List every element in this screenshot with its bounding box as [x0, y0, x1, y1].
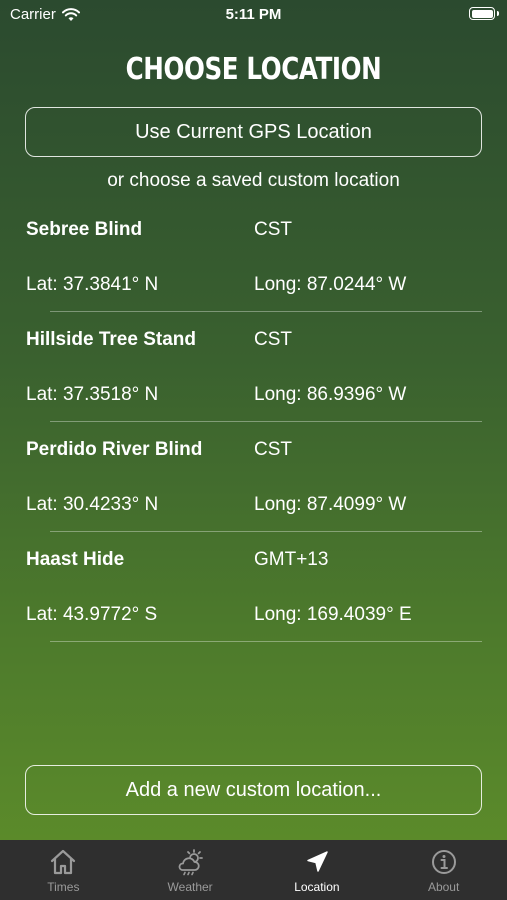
- location-longitude: Long: 87.0244° W: [254, 274, 407, 295]
- location-arrow-icon: [307, 851, 328, 872]
- tab-weather[interactable]: Weather: [127, 840, 254, 900]
- tab-label: Weather: [167, 880, 213, 894]
- location-name: Hillside Tree Stand: [26, 329, 196, 350]
- location-item[interactable]: Sebree Blind CST Lat: 37.3841° N Long: 8…: [0, 202, 507, 312]
- tab-label: About: [427, 880, 460, 894]
- location-longitude: Long: 86.9396° W: [254, 384, 407, 405]
- location-latitude: Lat: 37.3841° N: [26, 274, 159, 295]
- location-timezone: CST: [254, 219, 292, 240]
- location-timezone: CST: [254, 329, 292, 350]
- divider: [50, 641, 482, 642]
- location-latitude: Lat: 30.4233° N: [26, 494, 159, 515]
- use-gps-location-button[interactable]: Use Current GPS Location: [25, 107, 482, 157]
- location-item[interactable]: Hillside Tree Stand CST Lat: 37.3518° N …: [0, 312, 507, 422]
- location-timezone: GMT+13: [254, 549, 329, 570]
- tab-label: Location: [294, 880, 340, 894]
- add-custom-location-button[interactable]: Add a new custom location...: [25, 765, 482, 815]
- tab-times[interactable]: Times: [0, 840, 127, 900]
- tab-location[interactable]: Location: [254, 840, 381, 900]
- location-name: Perdido River Blind: [26, 439, 203, 460]
- saved-locations-list: Sebree Blind CST Lat: 37.3841° N Long: 8…: [0, 202, 507, 642]
- location-latitude: Lat: 37.3518° N: [26, 384, 159, 405]
- location-name: Sebree Blind: [26, 219, 143, 240]
- saved-locations-subtitle: or choose a saved custom location: [107, 170, 400, 191]
- location-item[interactable]: Haast Hide GMT+13 Lat: 43.9772° S Long: …: [0, 532, 507, 642]
- battery-icon: [469, 7, 499, 20]
- location-latitude: Lat: 43.9772° S: [26, 604, 158, 625]
- status-bar: Carrier 5:11 PM: [0, 0, 507, 30]
- page-title: CHOOSE LOCATION: [125, 52, 382, 87]
- location-item[interactable]: Perdido River Blind CST Lat: 30.4233° N …: [0, 422, 507, 532]
- location-name: Haast Hide: [26, 549, 125, 570]
- home-icon: [51, 849, 76, 875]
- location-timezone: CST: [254, 439, 292, 460]
- weather-icon: [178, 849, 204, 876]
- tab-bar: Times Weather Location About: [0, 840, 507, 900]
- info-icon: [431, 850, 456, 874]
- location-longitude: Long: 169.4039° E: [254, 604, 412, 625]
- tab-label: Times: [47, 880, 80, 894]
- location-longitude: Long: 87.4099° W: [254, 494, 407, 515]
- status-time: 5:11 PM: [225, 6, 282, 23]
- tab-about[interactable]: About: [380, 840, 507, 900]
